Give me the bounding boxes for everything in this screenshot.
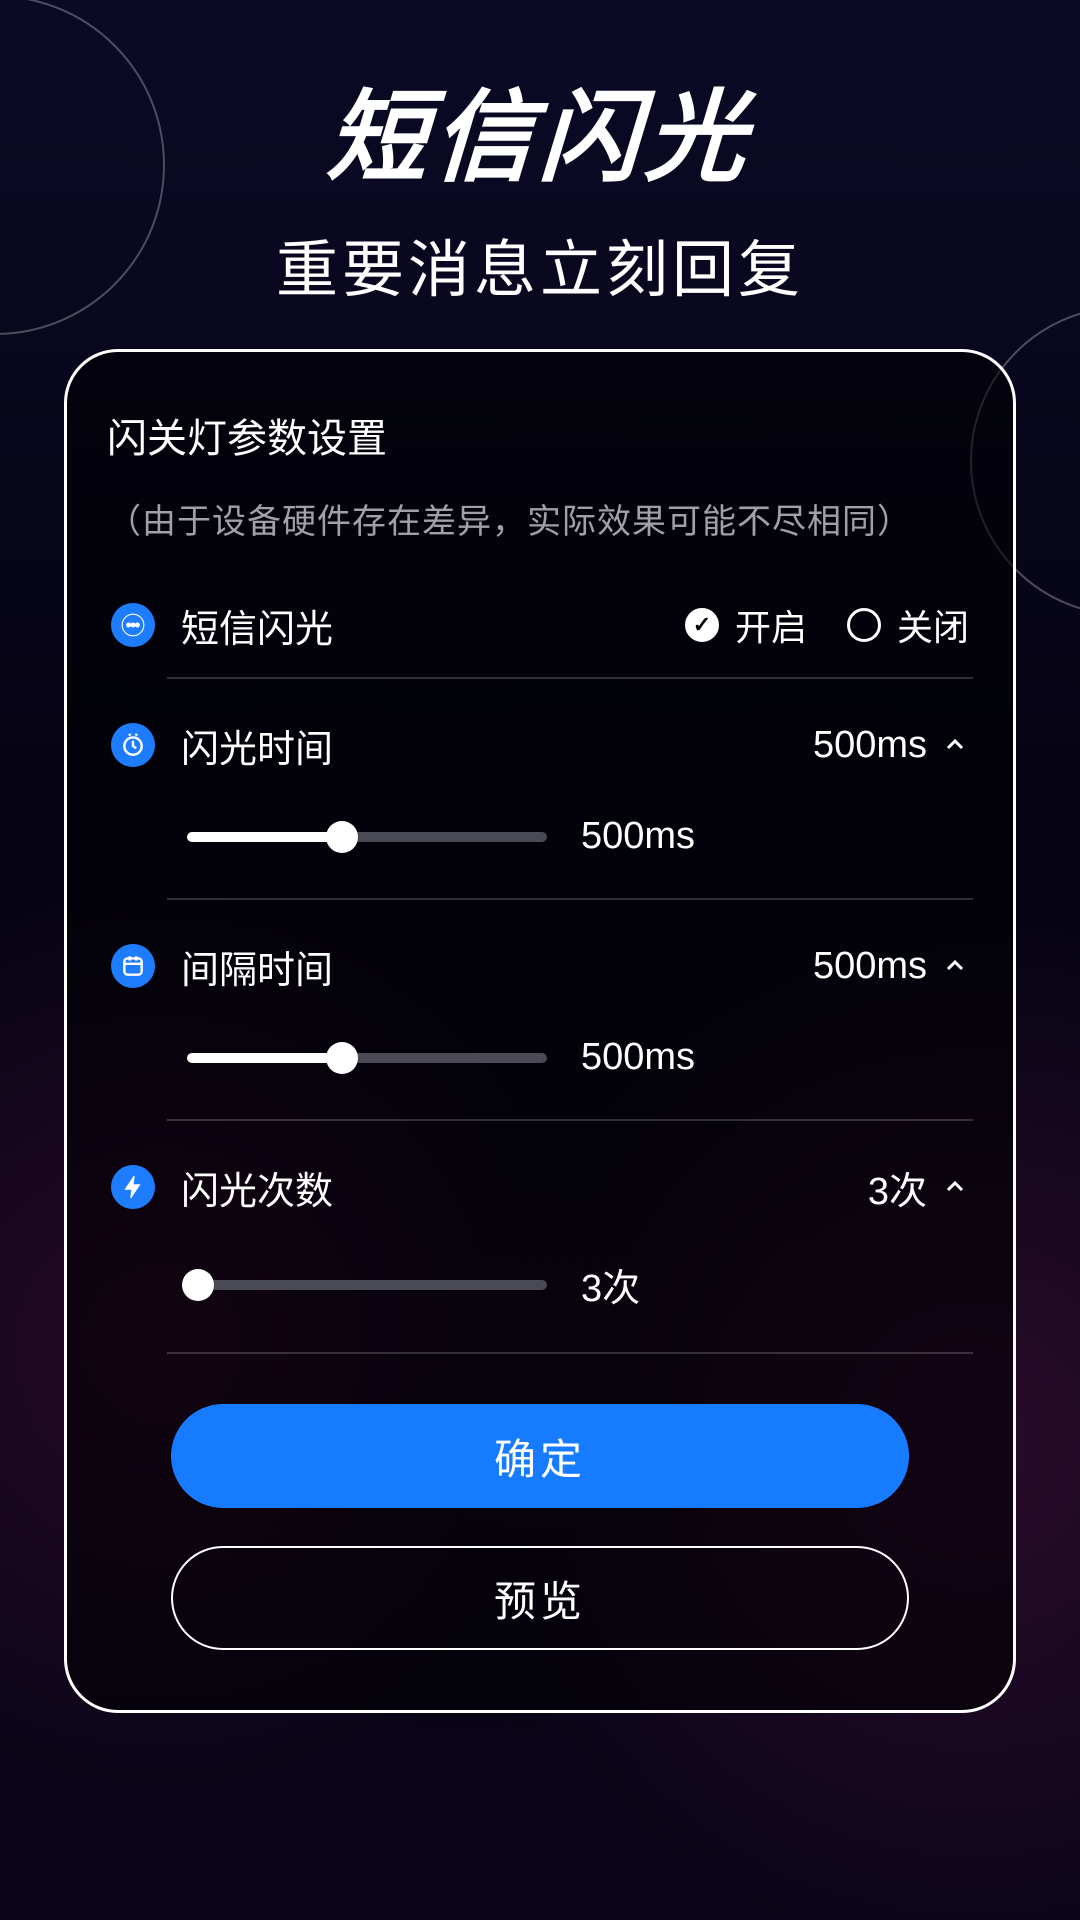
sms-flash-label: 短信闪光 — [181, 598, 685, 653]
flash-count-value: 3次 — [868, 1160, 927, 1215]
slider-thumb[interactable] — [182, 1269, 214, 1301]
slider-thumb[interactable] — [326, 1042, 358, 1074]
chevron-up-icon — [941, 952, 969, 980]
page-subtitle: 重要消息立刻回复 — [0, 219, 1080, 309]
page-title: 短信闪光 — [0, 56, 1080, 201]
flash-count-row[interactable]: 闪光次数 3次 — [107, 1135, 973, 1239]
sms-flash-off-label: 关闭 — [897, 599, 969, 651]
slider-thumb[interactable] — [326, 821, 358, 853]
divider — [167, 677, 973, 679]
sms-flash-on-label: 开启 — [735, 599, 807, 651]
sms-flash-on-option[interactable]: 开启 — [685, 599, 807, 651]
flash-icon — [111, 1165, 155, 1209]
flash-duration-slider[interactable] — [187, 832, 547, 842]
slider-fill — [187, 832, 342, 842]
flash-duration-row[interactable]: 闪光时间 500ms — [107, 693, 973, 797]
settings-card: 闪关灯参数设置 （由于设备硬件存在差异，实际效果可能不尽相同） 短信闪光 开启 … — [64, 349, 1016, 1713]
flash-interval-slider-area: 500ms — [187, 1036, 973, 1079]
calendar-icon — [111, 944, 155, 988]
sms-flash-off-option[interactable]: 关闭 — [847, 599, 969, 651]
card-note: （由于设备硬件存在差异，实际效果可能不尽相同） — [107, 494, 973, 543]
slider-fill — [187, 1053, 342, 1063]
flash-count-slider[interactable] — [187, 1280, 547, 1290]
flash-duration-label: 闪光时间 — [181, 718, 813, 773]
chevron-up-icon — [941, 1173, 969, 1201]
page-header: 短信闪光 重要消息立刻回复 — [0, 0, 1080, 309]
flash-interval-row[interactable]: 间隔时间 500ms — [107, 914, 973, 1018]
divider — [167, 1352, 973, 1354]
flash-interval-slider[interactable] — [187, 1053, 547, 1063]
clock-icon — [111, 723, 155, 767]
flash-count-slider-area: 3次 — [187, 1257, 973, 1312]
flash-duration-slider-area: 500ms — [187, 815, 973, 858]
chevron-up-icon — [941, 731, 969, 759]
flash-interval-value: 500ms — [813, 945, 927, 988]
flash-count-label: 闪光次数 — [181, 1160, 868, 1215]
divider — [167, 898, 973, 900]
flash-duration-value: 500ms — [813, 724, 927, 767]
radio-checked-icon — [685, 608, 719, 642]
preview-button[interactable]: 预览 — [171, 1546, 909, 1650]
confirm-button[interactable]: 确定 — [171, 1404, 909, 1508]
radio-unchecked-icon — [847, 608, 881, 642]
sms-flash-row: 短信闪光 开启 关闭 — [107, 573, 973, 677]
card-title: 闪关灯参数设置 — [107, 406, 973, 464]
message-icon — [111, 603, 155, 647]
flash-count-slider-value: 3次 — [581, 1257, 640, 1312]
divider — [167, 1119, 973, 1121]
flash-duration-slider-value: 500ms — [581, 815, 695, 858]
flash-interval-slider-value: 500ms — [581, 1036, 695, 1079]
flash-interval-label: 间隔时间 — [181, 939, 813, 994]
